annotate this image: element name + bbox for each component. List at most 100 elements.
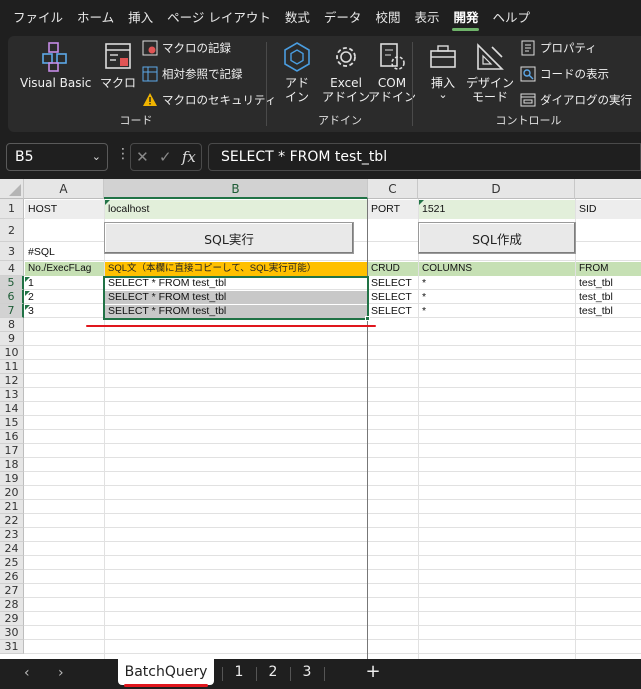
more-options-icon[interactable]: ⋮	[116, 146, 130, 162]
row-header-1[interactable]: 1	[0, 199, 24, 219]
formula-input[interactable]: SELECT * FROM test_tbl	[208, 143, 641, 171]
row-header-17[interactable]: 17	[0, 444, 24, 458]
row-header-26[interactable]: 26	[0, 570, 24, 584]
cell-d5[interactable]: *	[419, 277, 575, 290]
prev-sheet-icon[interactable]: ‹	[24, 665, 30, 681]
insert-control-button[interactable]: 挿入 ⌄	[426, 40, 460, 102]
cell-a5[interactable]: 1	[25, 277, 104, 290]
chevron-down-icon[interactable]: ⌄	[92, 150, 101, 163]
spreadsheet-grid[interactable]: A B C D 1 2 3 4 5 6 7 8 9 10 11 12 13 14 15 16 17 18 19 20 2…	[0, 179, 641, 659]
relative-ref-button[interactable]: 相対参照で記録	[142, 64, 243, 84]
cell-d1[interactable]: 1521	[419, 200, 575, 219]
excel-addin-button[interactable]: Excel アドイン	[322, 40, 370, 104]
cell-e7[interactable]: test_tbl	[576, 305, 641, 318]
menu-help[interactable]: ヘルプ	[485, 0, 537, 36]
column-header-c[interactable]: C	[368, 179, 418, 199]
sheet-tab-batchquery[interactable]: BatchQuery	[118, 659, 214, 685]
cell-b1[interactable]: localhost	[105, 200, 367, 219]
design-mode-button[interactable]: デザイン モード	[466, 40, 514, 104]
cell-c1[interactable]: PORT	[368, 200, 418, 219]
cancel-icon[interactable]: ✕	[136, 148, 149, 166]
run-dialog-button[interactable]: ダイアログの実行	[520, 90, 632, 110]
menu-page-layout[interactable]: ページ レイアウト	[160, 0, 278, 36]
row-header-19[interactable]: 19	[0, 472, 24, 486]
fill-handle[interactable]	[365, 316, 370, 321]
macro-security-button[interactable]: マクロのセキュリティ	[142, 90, 276, 110]
row-header-18[interactable]: 18	[0, 458, 24, 472]
cell-c5[interactable]: SELECT	[368, 277, 418, 290]
menu-view[interactable]: 表示	[407, 0, 446, 36]
select-all-corner[interactable]	[0, 179, 24, 199]
name-box[interactable]: B5 ⌄	[6, 143, 108, 171]
row-header-28[interactable]: 28	[0, 598, 24, 612]
row-header-7[interactable]: 7	[0, 304, 24, 318]
com-addin-button[interactable]: COM アドイン	[368, 40, 416, 104]
cell-c7[interactable]: SELECT	[368, 305, 418, 318]
cell-d4[interactable]: COLUMNS	[419, 262, 575, 276]
cell-a4[interactable]: No./ExecFLag	[25, 262, 104, 276]
row-header-24[interactable]: 24	[0, 542, 24, 556]
row-header-11[interactable]: 11	[0, 360, 24, 374]
row-header-29[interactable]: 29	[0, 612, 24, 626]
row-header-2[interactable]: 2	[0, 219, 24, 242]
menu-formulas[interactable]: 数式	[278, 0, 317, 36]
menu-home[interactable]: ホーム	[70, 0, 121, 36]
column-header-e[interactable]	[575, 179, 641, 199]
cell-b4[interactable]: SQL文（本欄に直接コピーして、SQL実行可能）	[105, 262, 367, 276]
row-header-16[interactable]: 16	[0, 430, 24, 444]
row-header-21[interactable]: 21	[0, 500, 24, 514]
cell-a1[interactable]: HOST	[25, 200, 104, 219]
record-macro-button[interactable]: マクロの記録	[142, 38, 231, 58]
row-header-10[interactable]: 10	[0, 346, 24, 360]
row-header-4[interactable]: 4	[0, 261, 24, 276]
row-header-14[interactable]: 14	[0, 402, 24, 416]
row-header-25[interactable]: 25	[0, 556, 24, 570]
column-header-b[interactable]: B	[104, 179, 368, 199]
run-sql-button[interactable]: SQL実行	[104, 222, 354, 254]
next-sheet-icon[interactable]: ›	[58, 665, 64, 681]
visual-basic-button[interactable]: Visual Basic	[20, 40, 91, 90]
cell-c4[interactable]: CRUD	[368, 262, 418, 276]
sheet-tab-2[interactable]: 2	[260, 659, 286, 685]
make-sql-button[interactable]: SQL作成	[418, 222, 576, 254]
cell-a6[interactable]: 2	[25, 291, 104, 304]
sheet-tab-1[interactable]: 1	[226, 659, 252, 685]
menu-developer[interactable]: 開発	[446, 0, 485, 36]
add-sheet-button[interactable]: +	[362, 659, 384, 685]
row-header-6[interactable]: 6	[0, 290, 24, 304]
cell-d7[interactable]: *	[419, 305, 575, 318]
enter-icon[interactable]: ✓	[159, 148, 172, 166]
row-header-12[interactable]: 12	[0, 374, 24, 388]
menu-data[interactable]: データ	[317, 0, 369, 36]
row-header-27[interactable]: 27	[0, 584, 24, 598]
cell-a3[interactable]: #SQL	[25, 244, 104, 261]
cell-e5[interactable]: test_tbl	[576, 277, 641, 290]
view-code-button[interactable]: コードの表示	[520, 64, 609, 84]
row-header-20[interactable]: 20	[0, 486, 24, 500]
row-header-22[interactable]: 22	[0, 514, 24, 528]
row-header-9[interactable]: 9	[0, 332, 24, 346]
cell-d6[interactable]: *	[419, 291, 575, 304]
cell-c6[interactable]: SELECT	[368, 291, 418, 304]
column-header-d[interactable]: D	[418, 179, 575, 199]
menu-insert[interactable]: 挿入	[121, 0, 160, 36]
addin-button[interactable]: アド イン	[280, 40, 314, 104]
properties-button[interactable]: プロパティ	[520, 38, 597, 58]
row-header-23[interactable]: 23	[0, 528, 24, 542]
row-header-15[interactable]: 15	[0, 416, 24, 430]
menu-file[interactable]: ファイル	[6, 0, 70, 36]
cell-e6[interactable]: test_tbl	[576, 291, 641, 304]
row-header-31[interactable]: 31	[0, 640, 24, 654]
row-header-8[interactable]: 8	[0, 318, 24, 332]
column-header-a[interactable]: A	[24, 179, 104, 199]
cell-e4[interactable]: FROM	[576, 262, 641, 276]
menu-review[interactable]: 校閲	[368, 0, 407, 36]
row-header-3[interactable]: 3	[0, 242, 24, 261]
insert-function-icon[interactable]: fx	[182, 148, 196, 166]
cell-a7[interactable]: 3	[25, 305, 104, 318]
sheet-tab-3[interactable]: 3	[294, 659, 320, 685]
row-header-30[interactable]: 30	[0, 626, 24, 640]
cell-e1[interactable]: SID	[576, 200, 641, 219]
row-header-5[interactable]: 5	[0, 276, 24, 290]
row-header-13[interactable]: 13	[0, 388, 24, 402]
